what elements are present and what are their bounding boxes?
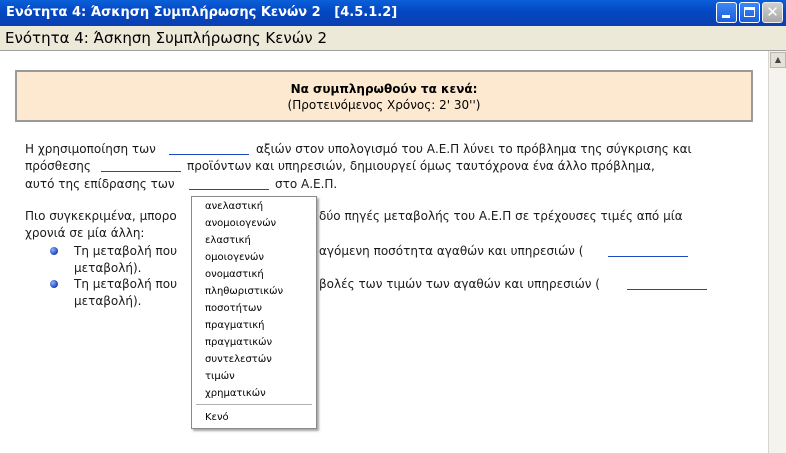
bullet-text: μεταβολή). [74, 294, 142, 308]
menu-item-empty[interactable]: Κενό [205, 412, 229, 423]
blank-4[interactable] [608, 256, 688, 257]
menu-separator [196, 404, 312, 405]
vertical-scrollbar[interactable]: ▲ [768, 51, 786, 453]
paragraph-text: προϊόντων και υπηρεσιών, δημιουργεί όμως… [187, 159, 655, 173]
window-title: Ενότητα 4: Άσκηση Συμπλήρωσης Κενών 2 [4… [6, 5, 398, 20]
arrow-up-icon: ▲ [774, 55, 782, 64]
bullet-icon [50, 280, 58, 288]
menu-item[interactable]: ομοιογενών [205, 252, 264, 263]
paragraph-text: Πιο συγκεκριμένα, μπορο [25, 209, 177, 223]
exercise-content: Να συμπληρωθούν τα κενά: (Προτεινόμενος … [0, 51, 768, 453]
blank-1[interactable] [169, 154, 249, 155]
suggested-time: (Προτεινόμενος Χρόνος: 2' 30'') [287, 98, 481, 112]
bullet-icon [50, 247, 58, 255]
menu-item[interactable]: ανελαστική [205, 201, 263, 212]
menu-item[interactable]: τιμών [205, 371, 235, 382]
page-header: Ενότητα 4: Άσκηση Συμπλήρωσης Κενών 2 [0, 26, 786, 51]
page-title: Ενότητα 4: Άσκηση Συμπλήρωσης Κενών 2 [5, 29, 328, 47]
menu-item[interactable]: ελαστική [205, 235, 251, 246]
paragraph-text: στο Α.Ε.Π. [275, 177, 338, 191]
instructions-title: Να συμπληρωθούν τα κενά: [290, 82, 478, 96]
paragraph-text: αξιών στον υπολογισμό του Α.Ε.Π λύνει το… [256, 142, 692, 156]
paragraph-text: Η χρησιμοποίηση των [25, 142, 156, 156]
close-icon: ✕ [766, 3, 779, 21]
scroll-up-button[interactable]: ▲ [770, 52, 786, 68]
bullet-text: αγόμενη ποσότητα αγαθών και υπηρεσιών ( [319, 244, 584, 258]
menu-item[interactable]: συντελεστών [205, 354, 272, 365]
instructions-banner: Να συμπληρωθούν τα κενά: (Προτεινόμενος … [15, 70, 753, 122]
bullet-text: μεταβολή). [74, 261, 142, 275]
menu-item[interactable]: πραγματική [205, 320, 264, 331]
maximize-button[interactable] [739, 2, 760, 23]
paragraph-text: αυτό της επίδρασης των [25, 177, 175, 191]
maximize-icon [744, 7, 755, 17]
bullet-text: Τη μεταβολή που [74, 244, 178, 258]
menu-item[interactable]: πληθωριστικών [205, 286, 283, 297]
menu-item[interactable]: πραγματικών [205, 337, 272, 348]
paragraph-text: χρονιά σε μία άλλη: [25, 226, 145, 240]
blank-3[interactable] [189, 189, 269, 190]
title-bar: Ενότητα 4: Άσκηση Συμπλήρωσης Κενών 2 [4… [0, 0, 786, 26]
minimize-icon [722, 15, 730, 18]
close-button[interactable]: ✕ [762, 2, 783, 23]
word-choice-menu: ανελαστική ανομοιογενών ελαστική ομοιογε… [191, 196, 317, 429]
bullet-text: βολές των τιμών των αγαθών και υπηρεσιών… [319, 277, 600, 291]
menu-item[interactable]: ανομοιογενών [205, 218, 276, 229]
menu-item[interactable]: ποσοτήτων [205, 303, 262, 314]
menu-item[interactable]: χρηματικών [205, 388, 266, 399]
bullet-text: Τη μεταβολή που [74, 277, 178, 291]
blank-5[interactable] [627, 289, 707, 290]
blank-2[interactable] [101, 171, 181, 172]
menu-item[interactable]: ονομαστική [205, 269, 264, 280]
paragraph-text: δύο πηγές μεταβολής του Α.Ε.Π σε τρέχουσ… [319, 209, 683, 223]
paragraph-text: πρόσθεσης [25, 159, 91, 173]
minimize-button[interactable] [716, 2, 737, 23]
